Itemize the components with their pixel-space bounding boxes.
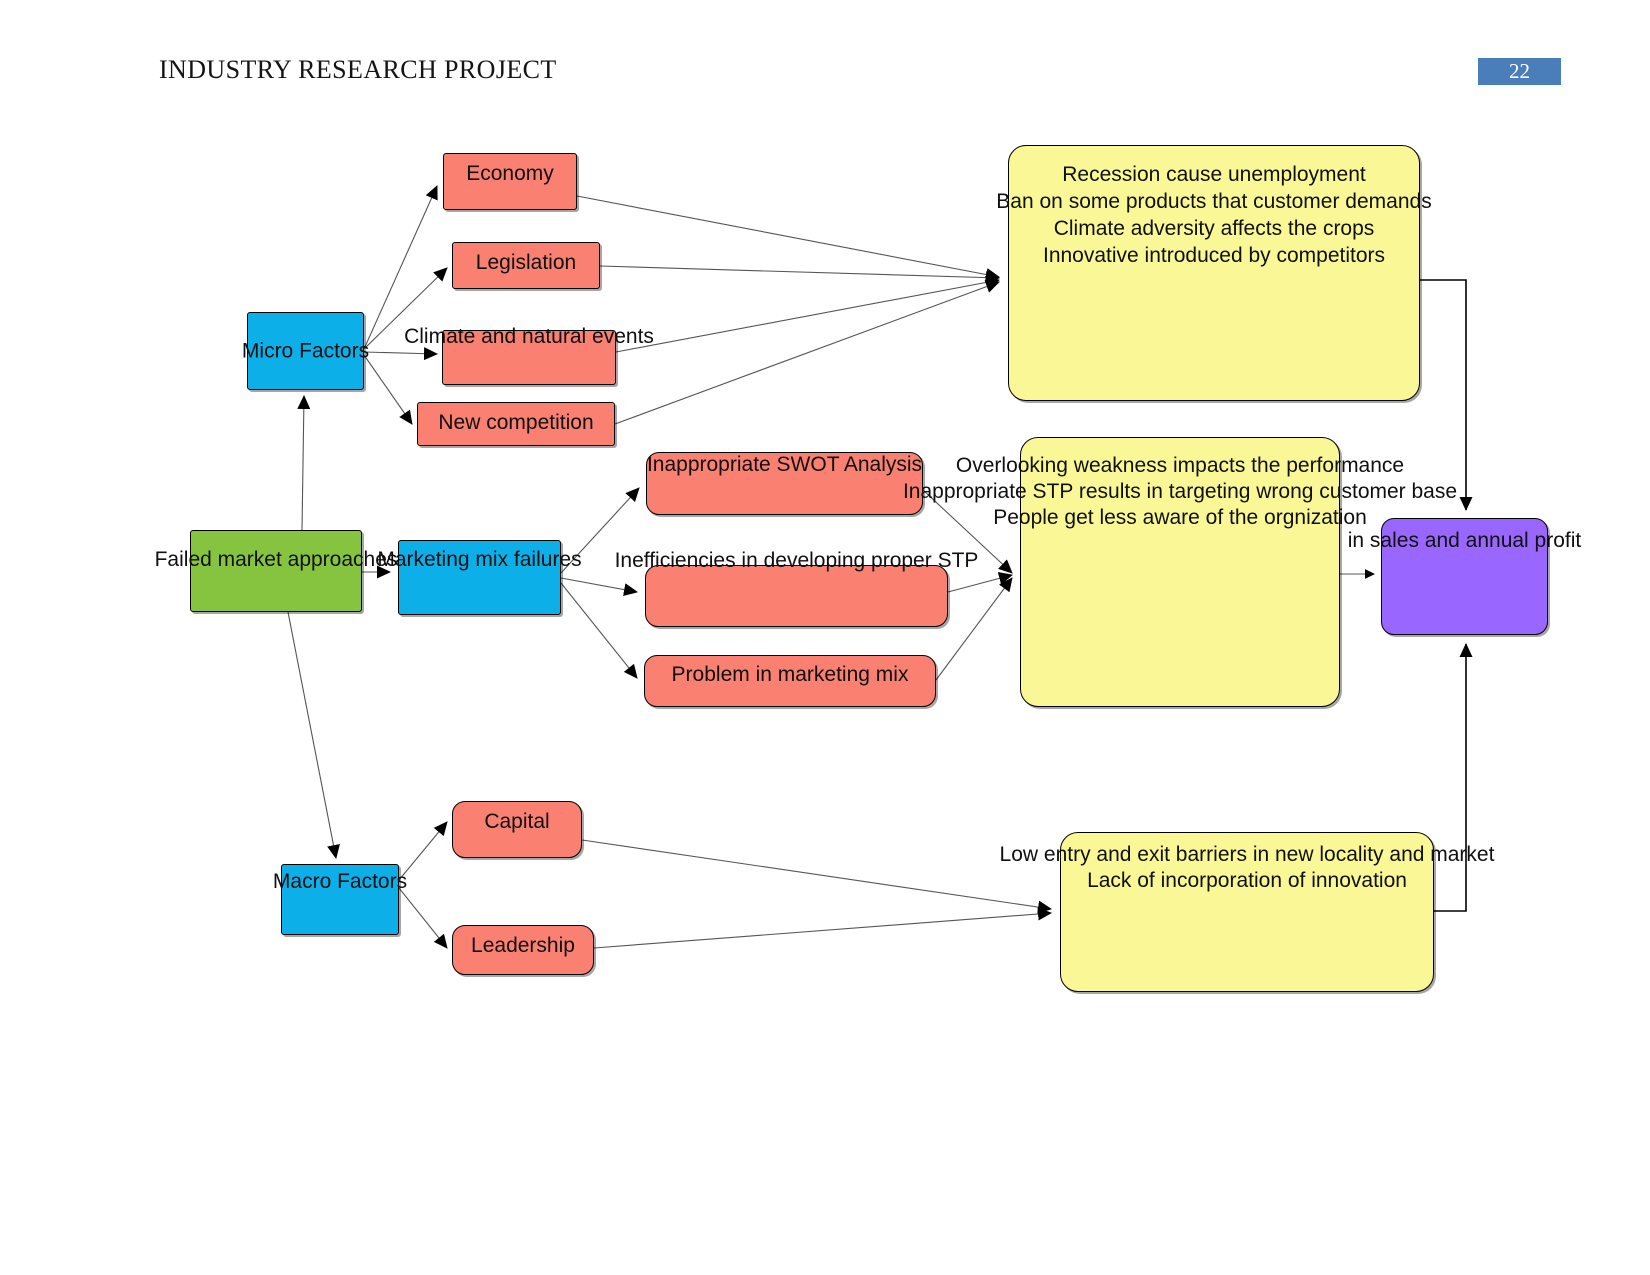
node-legislation[interactable]: Legislation — [452, 242, 600, 289]
node-new-competition[interactable]: New competition — [417, 402, 615, 446]
node-label: Legislation — [475, 251, 577, 274]
node-label: Micro Factors — [241, 339, 370, 363]
node-label: Inefficiencies in developing proper STP — [614, 549, 979, 572]
node-problem-in-marketing-mix[interactable]: Problem in marketing mix — [644, 655, 936, 707]
edge-mix-problem — [560, 582, 638, 679]
outcome-line: Low entry and exit barriers in new local… — [999, 843, 1495, 866]
node-label: Capital — [484, 810, 550, 833]
node-label: Failed market approaches — [154, 548, 398, 571]
node-capital[interactable]: Capital — [452, 801, 582, 858]
node-label: Climate and natural events — [404, 325, 654, 348]
diagram-canvas: Micro Factors Economy Legislation Climat… — [0, 0, 1650, 1275]
node-label: Macro Factors — [272, 870, 408, 893]
node-leadership[interactable]: Leadership — [452, 925, 594, 975]
outcome-box-marketing-outcomes[interactable]: Overlooking weakness impacts the perform… — [903, 437, 1457, 707]
node-stp-inefficiencies[interactable]: Inefficiencies in developing proper STP — [615, 549, 978, 627]
outcome-line: Lack of incorporation of innovation — [1087, 869, 1407, 892]
outcome-line: Overlooking weakness impacts the perform… — [955, 454, 1405, 477]
outcome-box-entry-barriers[interactable]: Low entry and exit barriers in new local… — [1000, 832, 1494, 992]
outcome-line: Ban on some products that customer deman… — [996, 190, 1432, 213]
node-label: Marketing mix failures — [377, 548, 582, 571]
node-marketing-mix-failures[interactable]: Marketing mix failures — [377, 540, 582, 615]
node-label: New competition — [438, 411, 594, 434]
node-micro-factors[interactable]: Micro Factors — [242, 312, 369, 390]
node-label: Economy — [466, 162, 554, 185]
edge-failed-macro — [287, 611, 340, 859]
edge-capital-outcomes — [581, 839, 1052, 914]
outcome-line: Inappropriate STP results in targeting w… — [902, 480, 1458, 503]
edge-micro-newcomp — [363, 354, 413, 425]
node-macro-factors[interactable]: Macro Factors — [273, 864, 407, 935]
outcome-line: Climate adversity affects the crops — [1053, 217, 1375, 240]
node-label: Leadership — [471, 934, 575, 957]
outcome-line: People get less aware of the orgnization — [993, 506, 1367, 529]
outcome-box-macro-outcomes[interactable]: Recession cause unemployment Ban on some… — [996, 145, 1432, 401]
edge-topoutcomes-final — [1420, 279, 1473, 511]
edge-bottomoutcomes-final — [1434, 643, 1473, 912]
edge-legislation-outcomes — [599, 265, 1000, 285]
node-economy[interactable]: Economy — [443, 153, 577, 210]
edge-newcomp-outcomes — [614, 280, 1000, 425]
edge-stp-outcomes — [947, 572, 1013, 593]
outcome-line: Innovative introduced by competitors — [1042, 244, 1386, 267]
outcome-line: Recession cause unemployment — [1062, 163, 1366, 186]
edge-macro-leadership — [398, 887, 448, 949]
node-label: in sales and annual profit — [1347, 529, 1582, 552]
node-label: Inappropriate SWOT Analysis — [646, 453, 923, 476]
node-failed-market-approaches[interactable]: Failed market approaches — [155, 530, 397, 612]
edge-micro-climate — [363, 347, 438, 361]
edge-climate-outcomes — [615, 276, 1000, 353]
edge-mix-stp — [560, 577, 638, 597]
edge-leadership-outcomes — [593, 907, 1052, 949]
node-final-impact[interactable]: in sales and annual profit — [1348, 518, 1581, 635]
node-inappropriate-swot-analysis[interactable]: Inappropriate SWOT Analysis — [646, 452, 923, 515]
edge-failed-micro — [297, 395, 311, 531]
node-label: Problem in marketing mix — [671, 663, 909, 686]
edge-economy-outcomes — [576, 195, 1000, 281]
node-climate-natural-events[interactable]: Climate and natural events — [404, 325, 654, 385]
